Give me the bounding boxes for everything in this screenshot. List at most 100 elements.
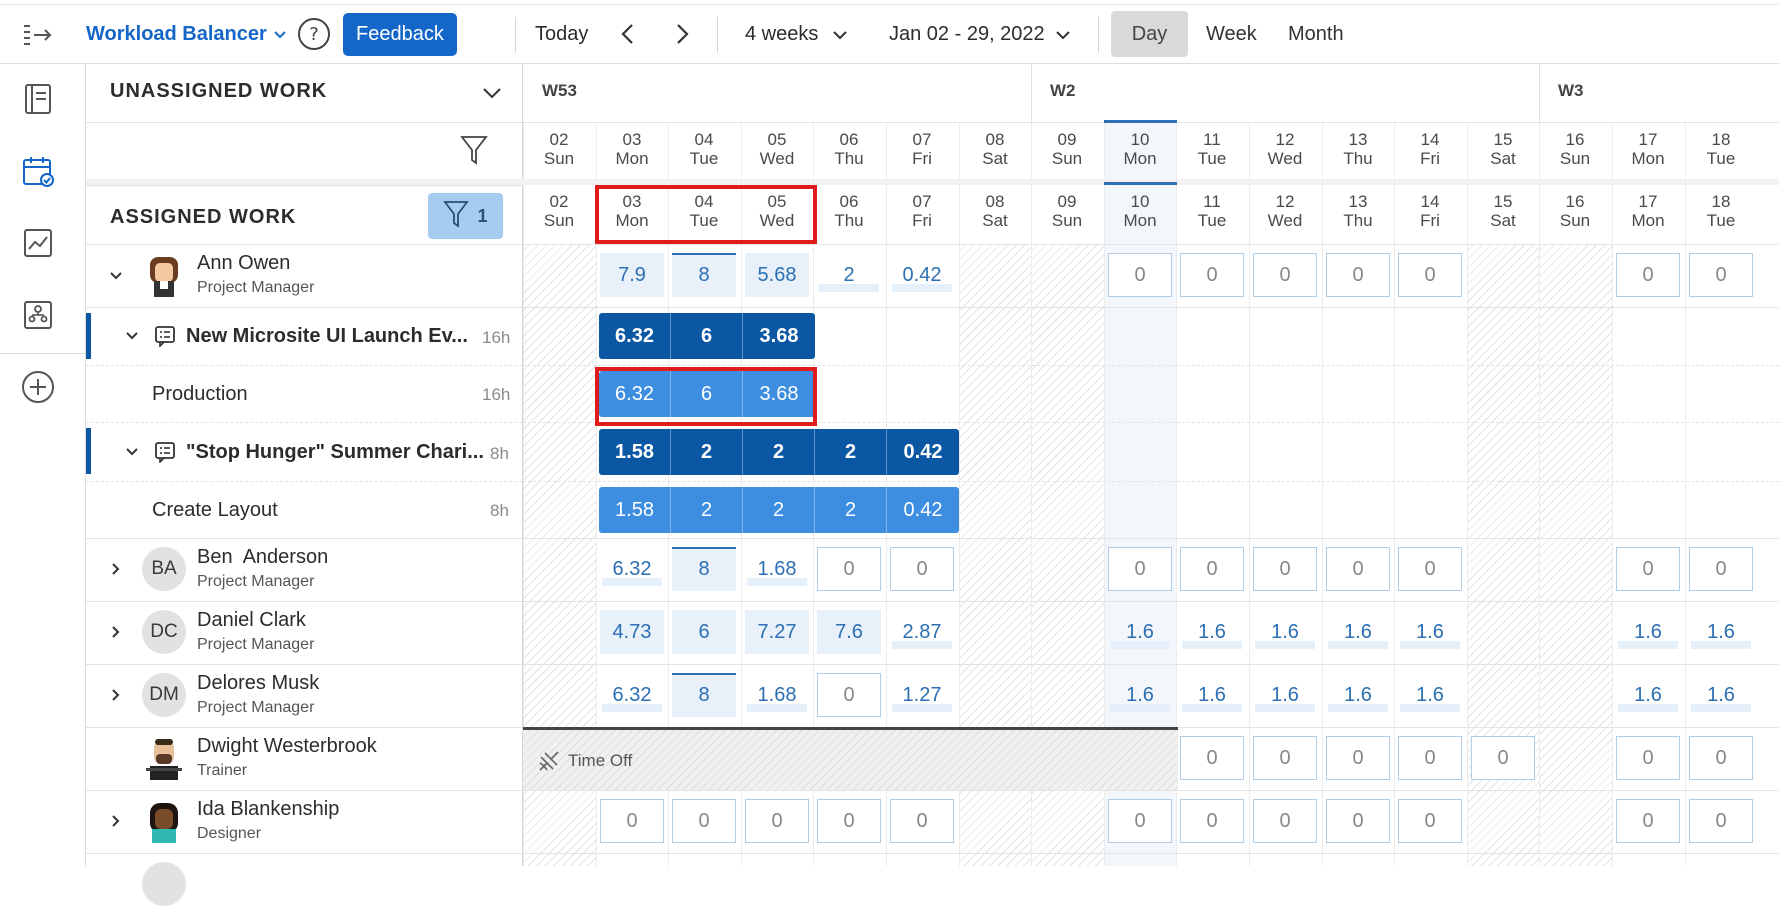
- list-view-icon[interactable]: [17, 78, 59, 120]
- allocation-cell[interactable]: 0: [1108, 253, 1172, 297]
- allocation-cell[interactable]: 0: [1326, 736, 1390, 780]
- allocation-segment[interactable]: 1.58: [599, 487, 671, 533]
- allocation-segment[interactable]: 0.42: [887, 487, 959, 533]
- time-off-block[interactable]: Time Off: [523, 727, 1178, 790]
- chevron-down-icon[interactable]: [122, 326, 142, 346]
- allocation-cell[interactable]: 0: [1398, 253, 1462, 297]
- calendar-check-icon[interactable]: [17, 150, 59, 192]
- allocation-cell[interactable]: 5.68: [745, 253, 809, 297]
- person-row-daniel-clark[interactable]: DC Daniel Clark Project Manager: [86, 601, 523, 664]
- allocation-bar[interactable]: 1.58 2 2 2 0.42: [599, 429, 959, 475]
- expand-rail-icon[interactable]: [22, 5, 54, 63]
- allocation-cell[interactable]: 6.32: [600, 547, 664, 591]
- filter-icon[interactable]: [460, 135, 488, 170]
- allocation-cell[interactable]: 1.6: [1398, 673, 1462, 717]
- allocation-bar[interactable]: 1.58 2 2 2 0.42: [599, 487, 959, 533]
- allocation-cell[interactable]: 2: [817, 253, 881, 297]
- allocation-cell[interactable]: 0: [1689, 736, 1753, 780]
- allocation-cell[interactable]: 7.6: [817, 610, 881, 654]
- allocation-cell[interactable]: 0: [1471, 736, 1535, 780]
- allocation-cell[interactable]: 1.6: [1326, 610, 1390, 654]
- allocation-cell[interactable]: 8: [672, 547, 736, 591]
- allocation-cell[interactable]: 0: [672, 799, 736, 843]
- allocation-cell[interactable]: 0: [1253, 253, 1317, 297]
- allocation-cell[interactable]: 4.73: [600, 610, 664, 654]
- allocation-cell[interactable]: 0.42: [890, 253, 954, 297]
- allocation-cell[interactable]: 0: [1398, 799, 1462, 843]
- allocation-cell[interactable]: 0: [1326, 547, 1390, 591]
- allocation-cell[interactable]: 1.6: [1616, 673, 1680, 717]
- allocation-cell[interactable]: 0: [817, 547, 881, 591]
- task-row[interactable]: Production 16h: [86, 365, 523, 422]
- allocation-cell[interactable]: 1.6: [1108, 673, 1172, 717]
- allocation-cell[interactable]: 0: [1326, 799, 1390, 843]
- chevron-left-icon[interactable]: [620, 5, 636, 63]
- allocation-cell[interactable]: 2.87: [890, 610, 954, 654]
- chart-line-icon[interactable]: [17, 222, 59, 264]
- chevron-right-icon[interactable]: [106, 685, 126, 705]
- allocation-cell[interactable]: 0: [745, 799, 809, 843]
- allocation-segment[interactable]: 2: [815, 487, 887, 533]
- project-row[interactable]: New Microsite UI Launch Ev... 16h: [86, 307, 523, 365]
- allocation-segment[interactable]: 1.58: [599, 429, 671, 475]
- person-row-ann-owen[interactable]: Ann Owen Project Manager: [86, 244, 523, 307]
- allocation-segment[interactable]: 2: [671, 429, 743, 475]
- assigned-filter-button[interactable]: 1: [428, 193, 503, 239]
- allocation-cell[interactable]: 6: [672, 610, 736, 654]
- allocation-cell[interactable]: 0: [1108, 799, 1172, 843]
- allocation-cell[interactable]: 0: [1689, 547, 1753, 591]
- allocation-segment[interactable]: 6: [671, 313, 743, 359]
- person-row-ida-blankenship[interactable]: Ida Blankenship Designer: [86, 790, 523, 853]
- allocation-cell[interactable]: 0: [600, 799, 664, 843]
- allocation-cell[interactable]: 0: [1253, 799, 1317, 843]
- allocation-cell[interactable]: 0: [1180, 736, 1244, 780]
- chevron-right-icon[interactable]: [106, 559, 126, 579]
- allocation-cell[interactable]: 1.27: [890, 673, 954, 717]
- allocation-cell[interactable]: 0: [817, 673, 881, 717]
- allocation-cell[interactable]: 8: [672, 253, 736, 297]
- chevron-right-icon[interactable]: [674, 5, 690, 63]
- allocation-cell[interactable]: 0: [1253, 736, 1317, 780]
- allocation-segment[interactable]: 2: [743, 487, 815, 533]
- allocation-segment[interactable]: 2: [815, 429, 887, 475]
- allocation-segment[interactable]: 2: [743, 429, 815, 475]
- allocation-cell[interactable]: 0: [1108, 547, 1172, 591]
- app-title-dropdown[interactable]: Workload Balancer: [86, 5, 287, 63]
- allocation-cell[interactable]: 0: [1180, 547, 1244, 591]
- allocation-cell[interactable]: 1.6: [1180, 610, 1244, 654]
- allocation-cell[interactable]: 1.68: [745, 673, 809, 717]
- today-button[interactable]: Today: [535, 5, 588, 63]
- help-icon[interactable]: ?: [297, 5, 331, 63]
- allocation-cell[interactable]: 8: [672, 673, 736, 717]
- allocation-segment[interactable]: 2: [671, 487, 743, 533]
- allocation-cell[interactable]: 0: [1616, 736, 1680, 780]
- allocation-cell[interactable]: 0: [817, 799, 881, 843]
- collapse-unassigned-chevron-icon[interactable]: [482, 86, 502, 104]
- allocation-cell[interactable]: 1.6: [1326, 673, 1390, 717]
- view-day-tab[interactable]: Day: [1111, 11, 1188, 57]
- allocation-cell[interactable]: 0: [1398, 547, 1462, 591]
- allocation-cell[interactable]: 0: [1180, 253, 1244, 297]
- date-range-select[interactable]: Jan 02 - 29, 2022: [889, 5, 1071, 63]
- chevron-right-icon[interactable]: [106, 622, 126, 642]
- allocation-cell[interactable]: 1.6: [1689, 673, 1753, 717]
- allocation-cell[interactable]: 1.6: [1398, 610, 1462, 654]
- add-icon[interactable]: [17, 366, 59, 408]
- allocation-cell[interactable]: 7.27: [745, 610, 809, 654]
- chevron-right-icon[interactable]: [106, 811, 126, 831]
- allocation-cell[interactable]: 0: [1253, 547, 1317, 591]
- allocation-cell[interactable]: 0: [1326, 253, 1390, 297]
- allocation-cell[interactable]: 7.9: [600, 253, 664, 297]
- allocation-segment[interactable]: 0.42: [887, 429, 959, 475]
- range-select[interactable]: 4 weeks: [745, 5, 848, 63]
- org-chart-icon[interactable]: [17, 294, 59, 336]
- allocation-cell[interactable]: 1.6: [1616, 610, 1680, 654]
- project-row[interactable]: "Stop Hunger" Summer Chari... 8h: [86, 422, 523, 481]
- allocation-cell[interactable]: 1.6: [1689, 610, 1753, 654]
- allocation-segment[interactable]: 3.68: [743, 313, 815, 359]
- task-row[interactable]: Create Layout 8h: [86, 481, 523, 538]
- person-row-delores-musk[interactable]: DM Delores Musk Project Manager: [86, 664, 523, 727]
- allocation-cell[interactable]: 0: [890, 547, 954, 591]
- chevron-down-icon[interactable]: [106, 266, 126, 286]
- allocation-cell[interactable]: 0: [1398, 736, 1462, 780]
